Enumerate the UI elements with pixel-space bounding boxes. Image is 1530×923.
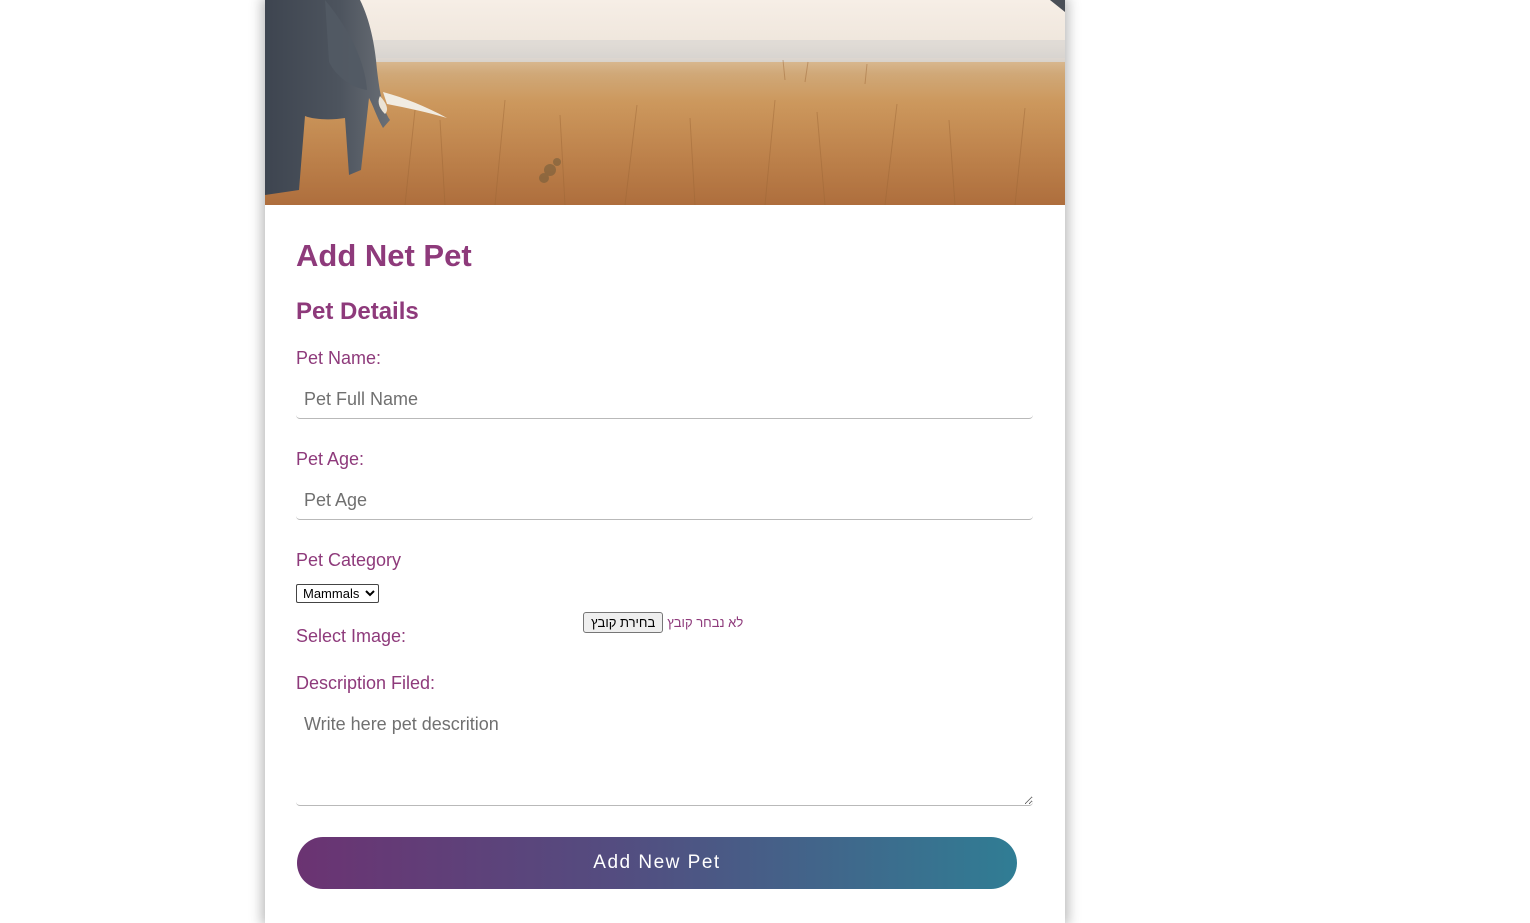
hero-image (265, 0, 1065, 205)
pet-name-input[interactable] (296, 381, 1033, 419)
no-file-chosen-text: לא נבחר קובץ (667, 615, 744, 630)
add-pet-card: Add Net Pet Pet Details Pet Name: Pet Ag… (265, 0, 1065, 923)
pet-age-label: Pet Age: (296, 449, 365, 469)
image-file-input: בחירת קובץ לא נבחר קובץ (583, 612, 743, 633)
page-title: Add Net Pet (296, 238, 472, 273)
pet-age-input[interactable] (296, 482, 1033, 520)
section-title-pet-details: Pet Details (296, 298, 419, 325)
description-textarea[interactable] (296, 706, 1033, 806)
choose-file-button[interactable]: בחירת קובץ (583, 612, 664, 633)
pet-category-label: Pet Category (296, 550, 402, 570)
add-new-pet-button[interactable]: Add New Pet (297, 837, 1017, 889)
description-label: Description Filed: (296, 673, 436, 693)
savanna-elephant-image (265, 0, 1065, 205)
pet-name-label: Pet Name: (296, 348, 382, 368)
select-image-label: Select Image: (296, 626, 407, 646)
pet-category-select[interactable]: Mammals (296, 584, 379, 603)
